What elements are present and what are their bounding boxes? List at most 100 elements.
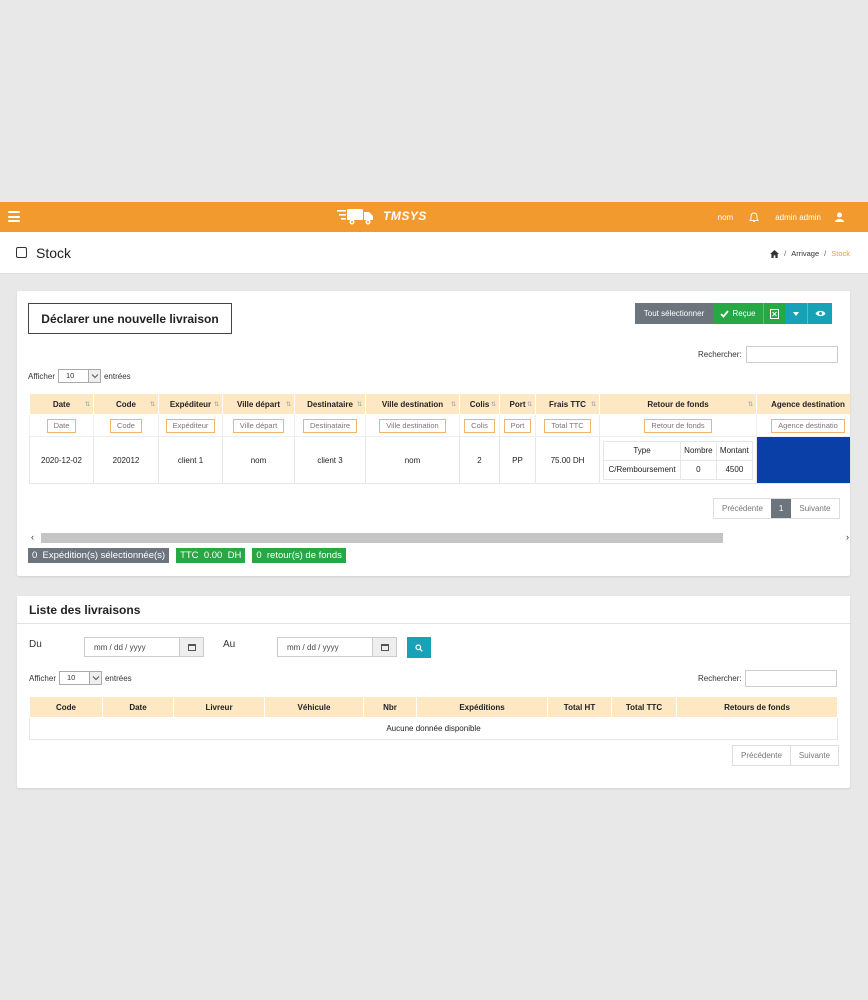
breadcrumb-separator: /	[784, 249, 787, 258]
declare-delivery-button[interactable]: Déclarer une nouvelle livraison	[28, 303, 232, 334]
recue-button[interactable]: Reçue	[713, 303, 763, 324]
topbar-nom[interactable]: nom	[718, 213, 734, 222]
sort-icon: ⇅	[285, 402, 291, 408]
col-nbr[interactable]: Nbr	[363, 696, 417, 718]
scroll-left-icon[interactable]: ‹	[31, 532, 34, 542]
filter-agence-destination[interactable]: Agence destinatio	[771, 418, 845, 433]
search-label: Rechercher:	[698, 350, 742, 359]
stock-search-input[interactable]	[746, 346, 838, 363]
filter-row: Date Code Expéditeur Ville départ Destin…	[29, 414, 850, 437]
horizontal-scrollbar[interactable]: ‹ ›	[29, 532, 849, 544]
table-header-row: Date ⇅ Code ⇅ Expéditeur ⇅ Ville départ ⇅ De…	[29, 393, 850, 415]
sort-icon: ⇅	[84, 402, 90, 408]
col-retour-fonds[interactable]: Retour de fonds ⇅	[599, 393, 757, 415]
retour-header-montant: Montant	[715, 440, 754, 461]
col-ville-depart[interactable]: Ville départ ⇅	[222, 393, 295, 415]
col-date[interactable]: Date ⇅	[29, 393, 94, 415]
user-icon[interactable]	[835, 212, 844, 222]
export-excel-button[interactable]	[763, 303, 785, 324]
cell-destinataire: client 3	[294, 436, 366, 484]
page-length: Afficher 10 entrées	[28, 369, 131, 383]
col-destinataire[interactable]: Destinataire ⇅	[294, 393, 366, 415]
prev-page-button[interactable]: Précédente	[714, 499, 771, 518]
filter-search-button[interactable]	[407, 637, 431, 658]
filter-expediteur[interactable]: Expéditeur	[165, 418, 216, 433]
col-expeditions[interactable]: Expéditions	[416, 696, 548, 718]
filter-retour-fonds[interactable]: Retour de fonds	[644, 418, 712, 433]
scroll-right-icon[interactable]: ›	[846, 532, 849, 542]
col-ville-destination[interactable]: Ville destination ⇅	[365, 393, 460, 415]
filter-port[interactable]: Port	[503, 418, 532, 433]
chevron-down-icon	[88, 672, 101, 684]
col-code[interactable]: Code ⇅	[93, 393, 159, 415]
col-vehicule[interactable]: Véhicule	[264, 696, 364, 718]
retour-nombre: 0	[680, 459, 717, 480]
date-from-placeholder: mm / dd / yyyy	[94, 642, 146, 652]
stock-card: Déclarer une nouvelle livraison Tout sél…	[17, 291, 850, 576]
calendar-icon[interactable]	[179, 638, 203, 656]
col-code[interactable]: Code	[29, 696, 103, 718]
stock-pagination: Précédente 1 Suivante	[713, 498, 840, 519]
calendar-icon[interactable]	[372, 638, 396, 656]
select-all-button[interactable]: Tout sélectionner	[635, 303, 713, 324]
scrollbar-thumb[interactable]	[41, 533, 723, 543]
filter-total-ttc[interactable]: Total TTC	[544, 418, 591, 433]
table-actions: Tout sélectionner Reçue	[635, 303, 832, 324]
filter-code[interactable]: Code	[110, 418, 142, 433]
livraisons-table: Code Date Livreur Véhicule Nbr Expéditio…	[29, 696, 838, 740]
page-length: Afficher 10 entrées	[29, 671, 132, 685]
table-header-row: Code Date Livreur Véhicule Nbr Expéditio…	[29, 696, 838, 718]
truck-icon	[337, 209, 373, 225]
user-name[interactable]: admin admin	[775, 213, 821, 222]
breadcrumb-arrivage[interactable]: Arrivage	[791, 249, 819, 258]
col-port[interactable]: Port ⇅	[499, 393, 536, 415]
col-frais-ttc[interactable]: Frais TTC ⇅	[535, 393, 600, 415]
empty-row: Aucune donnée disponible	[29, 717, 838, 740]
col-livreur[interactable]: Livreur	[173, 696, 265, 718]
page-1-button[interactable]: 1	[770, 499, 792, 518]
sort-icon: ⇅	[490, 402, 496, 408]
breadcrumb: / Arrivage / Stock	[770, 249, 850, 258]
col-total-ttc[interactable]: Total TTC	[611, 696, 677, 718]
home-icon[interactable]	[770, 249, 780, 258]
filter-colis[interactable]: Colis	[464, 418, 495, 433]
col-agence-destination[interactable]: Agence destination	[756, 393, 850, 415]
filter-destinataire[interactable]: Destinataire	[302, 418, 358, 433]
filter-ville-depart[interactable]: Ville départ	[232, 418, 285, 433]
date-to-input[interactable]: mm / dd / yyyy	[277, 637, 397, 657]
livraisons-search-input[interactable]	[745, 670, 837, 687]
check-icon	[720, 309, 730, 318]
next-page-button[interactable]: Suivante	[791, 499, 838, 518]
cell-frais-ttc: 75.00 DH	[535, 436, 600, 484]
ttc-total-badge: TTC 0.00 DH	[176, 548, 246, 563]
col-colis[interactable]: Colis ⇅	[459, 393, 500, 415]
date-from-input[interactable]: mm / dd / yyyy	[84, 637, 204, 657]
stock-table: Date ⇅ Code ⇅ Expéditeur ⇅ Ville départ ⇅ De…	[29, 393, 850, 484]
cell-expediteur: client 1	[158, 436, 223, 484]
page-length-select[interactable]: 10	[58, 671, 102, 685]
bell-icon[interactable]	[749, 211, 760, 223]
excel-icon	[770, 308, 779, 319]
page-length-select[interactable]: 10	[57, 369, 101, 383]
col-total-ht[interactable]: Total HT	[547, 696, 612, 718]
eye-icon	[815, 310, 825, 317]
cell-colis: 2	[459, 436, 500, 484]
column-visibility-button[interactable]	[807, 303, 832, 324]
col-expediteur[interactable]: Expéditeur ⇅	[158, 393, 223, 415]
show-prefix: Afficher	[28, 371, 55, 381]
table-row[interactable]: 2020-12-02 202012 client 1 nom client 3 …	[29, 436, 850, 484]
au-label: Au	[223, 639, 236, 650]
filter-ville-destination[interactable]: Ville destination	[379, 418, 446, 433]
menu-toggle-icon[interactable]	[8, 211, 20, 222]
col-date[interactable]: Date	[102, 696, 174, 718]
empty-message: Aucune donnée disponible	[29, 717, 838, 740]
cell-ville-destination: nom	[365, 436, 460, 484]
prev-page-button[interactable]: Précédente	[733, 746, 790, 765]
col-retours-fonds[interactable]: Retours de fonds	[676, 696, 838, 718]
next-page-button[interactable]: Suivante	[789, 746, 838, 765]
du-label: Du	[29, 639, 42, 650]
filter-date[interactable]: Date	[46, 418, 77, 433]
livraisons-pagination: Précédente Suivante	[732, 745, 840, 766]
dropdown-button[interactable]	[785, 303, 807, 324]
app-logo[interactable]: TMSYS	[337, 207, 427, 225]
